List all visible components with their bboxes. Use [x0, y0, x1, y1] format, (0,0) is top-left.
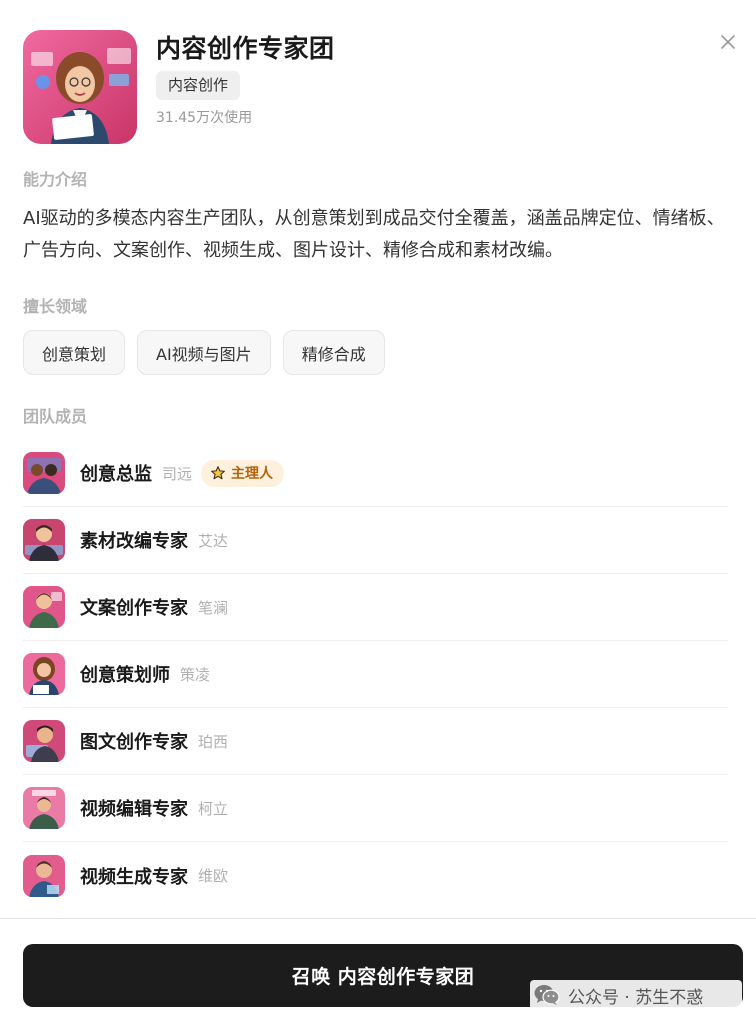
member-alias: 柯立	[198, 799, 229, 818]
expertise-chips: 创意策划 AI视频与图片 精修合成	[23, 330, 385, 375]
app-header: 内容创作专家团 内容创作 31.45万次使用	[23, 30, 335, 144]
team-section-label: 团队成员	[23, 407, 88, 426]
description-text: AI驱动的多模态内容生产团队，从创意策划到成品交付全覆盖，涵盖品牌定位、情绪板、…	[23, 208, 725, 261]
member-name: 视频生成专家	[80, 866, 188, 888]
watermark: 公众号 · 苏生不惑	[530, 980, 742, 1010]
member-row[interactable]: 创意策划师 策凌	[23, 641, 728, 708]
lead-badge: 主理人	[201, 459, 285, 487]
member-row[interactable]: 视频生成专家 维欧	[23, 842, 728, 909]
expertise-chip[interactable]: 创意策划	[23, 330, 126, 375]
avatar	[23, 586, 65, 628]
expertise-chip[interactable]: AI视频与图片	[137, 330, 271, 375]
member-alias: 珀西	[198, 732, 229, 751]
watermark-text: 公众号 · 苏生不惑	[568, 987, 704, 1008]
member-alias: 维欧	[198, 867, 229, 885]
member-row[interactable]: 图文创作专家 珀西	[23, 708, 728, 775]
member-row[interactable]: 创意总监 司远 主理人	[23, 440, 728, 507]
avatar	[23, 452, 65, 494]
member-name: 创意策划师	[80, 665, 170, 686]
member-name: 文案创作专家	[80, 598, 188, 619]
avatar	[23, 653, 65, 695]
intro-section-label: 能力介绍	[23, 170, 88, 189]
member-row[interactable]: 视频编辑专家 柯立	[23, 775, 728, 842]
usage-count: 31.45万次使用	[156, 110, 253, 126]
avatar	[23, 854, 65, 897]
member-alias: 艾达	[198, 531, 229, 550]
app-avatar	[23, 30, 137, 144]
star-icon	[211, 466, 225, 480]
footer-divider	[0, 918, 756, 919]
member-row[interactable]: 素材改编专家 艾达	[23, 507, 728, 574]
member-alias: 策凌	[180, 665, 211, 684]
member-name: 创意总监	[80, 464, 152, 485]
app-title: 内容创作专家团	[156, 34, 335, 63]
member-name: 素材改编专家	[80, 531, 188, 552]
member-alias: 司远	[162, 464, 193, 483]
close-button[interactable]	[716, 30, 740, 54]
member-name: 图文创作专家	[80, 732, 188, 753]
member-name: 视频编辑专家	[80, 799, 188, 820]
wechat-icon	[534, 985, 560, 1005]
avatar	[23, 787, 65, 829]
expertise-section-label: 擅长领域	[23, 297, 88, 316]
close-icon	[721, 35, 735, 49]
member-alias: 笔澜	[198, 598, 229, 617]
avatar	[23, 519, 65, 561]
summon-team-button-label: 召唤 内容创作专家团	[291, 966, 475, 988]
expertise-chip[interactable]: 精修合成	[282, 330, 385, 375]
member-row[interactable]: 文案创作专家 笔澜	[23, 574, 728, 641]
avatar	[23, 720, 65, 762]
category-tag: 内容创作	[156, 71, 241, 100]
lead-badge-label: 主理人	[231, 466, 274, 482]
member-list: 创意总监 司远 主理人 素材改编专家 艾达 文案创作专家 笔澜 创意策划师 策凌…	[23, 440, 728, 909]
